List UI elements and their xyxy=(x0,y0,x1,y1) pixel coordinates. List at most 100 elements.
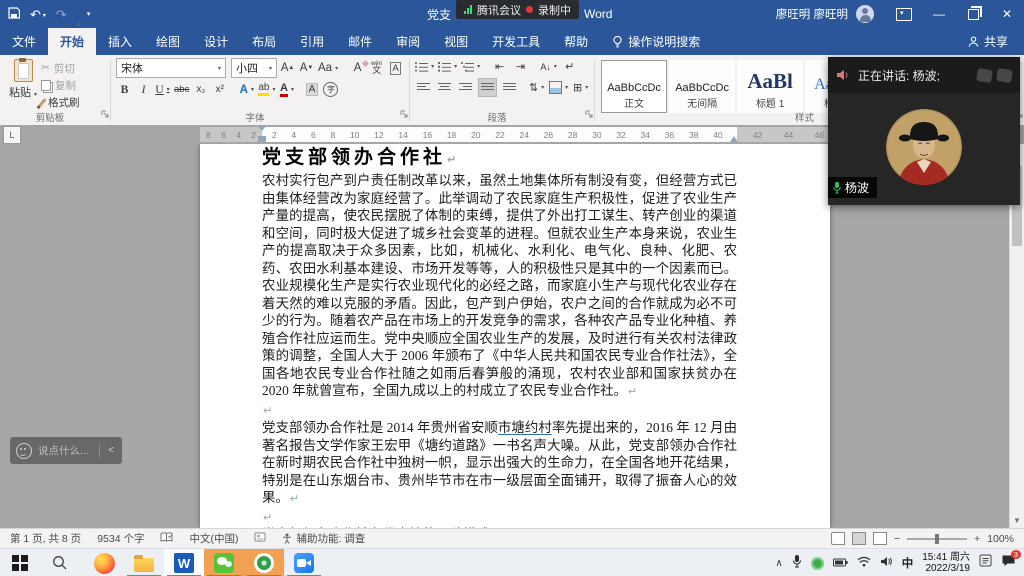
superscript-button[interactable]: x² xyxy=(211,81,228,98)
web-layout-icon[interactable] xyxy=(873,532,887,545)
microphone-tray-icon[interactable] xyxy=(792,554,802,573)
tab-draw[interactable]: 绘图 xyxy=(144,28,192,55)
character-shading-button[interactable]: A xyxy=(303,81,320,98)
accessibility-status[interactable]: 辅助功能: 调查 xyxy=(282,531,365,546)
volume-icon[interactable] xyxy=(880,554,893,572)
meeting-panel-header[interactable]: 正在讲话: 杨波; xyxy=(828,57,1020,93)
collapse-chat-icon[interactable]: < xyxy=(106,445,116,456)
tab-home[interactable]: 开始 xyxy=(48,28,96,55)
taskbar-wechat[interactable] xyxy=(204,549,244,576)
tab-design[interactable]: 设计 xyxy=(192,28,240,55)
zoom-out-icon[interactable]: − xyxy=(894,533,900,545)
taskbar-search-button[interactable] xyxy=(40,549,80,576)
highlight-color-button[interactable]: ab xyxy=(257,81,276,98)
pinyin-guide-button[interactable]: wén文 xyxy=(368,60,385,77)
tab-developer[interactable]: 开发工具 xyxy=(480,28,552,55)
align-center-icon[interactable] xyxy=(436,79,453,96)
right-indent-marker[interactable] xyxy=(730,136,738,142)
style-normal[interactable]: AaBbCcDc 正文 xyxy=(601,60,667,113)
minimize-button[interactable]: — xyxy=(922,0,956,28)
taskbar-file-explorer[interactable] xyxy=(124,549,164,576)
redo-icon[interactable]: ↷ xyxy=(56,8,67,21)
tell-me-search[interactable]: 操作说明搜索 xyxy=(600,28,712,55)
page-number-status[interactable]: 第 1 页, 共 8 页 xyxy=(10,531,81,546)
close-button[interactable]: ✕ xyxy=(990,0,1024,28)
show-formatting-marks-icon[interactable]: ↵ xyxy=(561,58,578,75)
tab-review[interactable]: 审阅 xyxy=(384,28,432,55)
taskbar-word[interactable]: W xyxy=(164,549,204,576)
zoom-slider-thumb[interactable] xyxy=(935,534,939,544)
wifi-icon[interactable] xyxy=(857,554,871,572)
font-dialog-launcher-icon[interactable] xyxy=(400,105,408,123)
format-painter-button[interactable]: 格式刷 xyxy=(41,94,80,110)
enclose-characters-button[interactable]: 字 xyxy=(322,81,339,98)
left-indent-marker[interactable] xyxy=(258,136,266,142)
bold-button[interactable]: B xyxy=(116,81,133,98)
tab-help[interactable]: 帮助 xyxy=(552,28,600,55)
meeting-recording-pill[interactable]: 腾讯会议 录制中 xyxy=(456,0,579,19)
line-spacing-icon[interactable]: ⇅ xyxy=(528,79,545,96)
show-hidden-icons-chevron[interactable]: ∧ xyxy=(775,558,782,569)
account-avatar[interactable] xyxy=(856,5,874,23)
paragraph-dialog-launcher-icon[interactable] xyxy=(585,105,593,123)
style-heading1[interactable]: AaBl 标题 1 xyxy=(737,60,803,113)
align-right-icon[interactable] xyxy=(457,79,474,96)
clipboard-dialog-launcher-icon[interactable] xyxy=(101,105,109,123)
tab-insert[interactable]: 插入 xyxy=(96,28,144,55)
zoom-slider[interactable] xyxy=(907,538,967,540)
scroll-down-icon[interactable]: ▼ xyxy=(1010,516,1024,525)
grow-font-button[interactable]: A▲ xyxy=(279,60,296,77)
font-color-button[interactable]: A xyxy=(278,81,295,98)
tab-mailings[interactable]: 邮件 xyxy=(336,28,384,55)
numbered-list-icon[interactable] xyxy=(438,58,457,75)
meeting-button-icon[interactable] xyxy=(976,68,993,83)
read-mode-icon[interactable] xyxy=(831,532,845,545)
character-border-button[interactable]: A xyxy=(387,60,404,77)
customize-qat-icon[interactable]: ▾ xyxy=(87,11,91,18)
taskbar-firefox[interactable] xyxy=(84,549,124,576)
align-left-icon[interactable] xyxy=(415,79,432,96)
shading-icon[interactable] xyxy=(549,79,568,96)
clear-formatting-button[interactable]: A xyxy=(349,60,366,77)
account-name[interactable]: 廖旺明 廖旺明 xyxy=(776,6,848,22)
taskbar-green-app[interactable] xyxy=(244,549,284,576)
ime-indicator[interactable]: 中 xyxy=(902,555,914,571)
emoji-icon[interactable] xyxy=(16,443,32,459)
save-icon[interactable] xyxy=(8,7,20,21)
battery-icon[interactable] xyxy=(833,554,848,572)
language-status[interactable]: 中文(中国) xyxy=(189,531,238,546)
first-line-indent-marker[interactable] xyxy=(258,126,266,131)
restore-button[interactable] xyxy=(956,0,990,28)
tab-stop-selector[interactable]: L xyxy=(3,126,21,144)
shrink-font-button[interactable]: A▼ xyxy=(298,60,315,77)
meeting-header-buttons[interactable] xyxy=(977,69,1012,82)
tab-file[interactable]: 文件 xyxy=(0,28,48,55)
share-button[interactable]: 共享 xyxy=(952,28,1024,55)
proofing-icon[interactable] xyxy=(160,532,173,546)
subscript-button[interactable]: x₂ xyxy=(192,81,209,98)
bullet-list-icon[interactable] xyxy=(415,58,434,75)
underline-button[interactable]: U xyxy=(154,81,171,98)
copy-button[interactable]: 复制 xyxy=(41,77,80,93)
macro-record-icon[interactable] xyxy=(254,532,266,545)
word-count-status[interactable]: 9534 个字 xyxy=(97,531,144,546)
green-tray-icon[interactable] xyxy=(811,557,824,570)
justify-icon[interactable] xyxy=(478,78,497,97)
zoom-level[interactable]: 100% xyxy=(987,533,1014,545)
increase-indent-icon[interactable]: ⇥ xyxy=(512,58,529,75)
borders-icon[interactable]: ⊞ xyxy=(572,79,589,96)
taskbar-tencent-meeting[interactable] xyxy=(284,549,324,576)
sort-icon[interactable]: A↓ xyxy=(540,58,557,75)
chat-input-placeholder[interactable]: 说点什么... xyxy=(38,443,89,458)
text-effects-button[interactable]: A xyxy=(238,81,255,98)
undo-icon[interactable]: ↶ xyxy=(30,8,46,21)
paste-button[interactable]: 粘贴 xyxy=(5,58,41,110)
font-size-select[interactable]: 小四 xyxy=(231,58,277,78)
ribbon-display-options-icon[interactable] xyxy=(888,0,922,28)
taskbar-clock[interactable]: 15:41 周六 2022/3/19 xyxy=(922,552,970,575)
print-layout-icon[interactable] xyxy=(852,532,866,545)
font-name-select[interactable]: 宋体 xyxy=(116,58,226,78)
start-button[interactable] xyxy=(0,549,40,576)
document-page[interactable]: 党支部领办合作社↵ 农村实行包产到户责任制改革以来，虽然土地集体所有制没有变，但… xyxy=(200,144,830,528)
tab-references[interactable]: 引用 xyxy=(288,28,336,55)
